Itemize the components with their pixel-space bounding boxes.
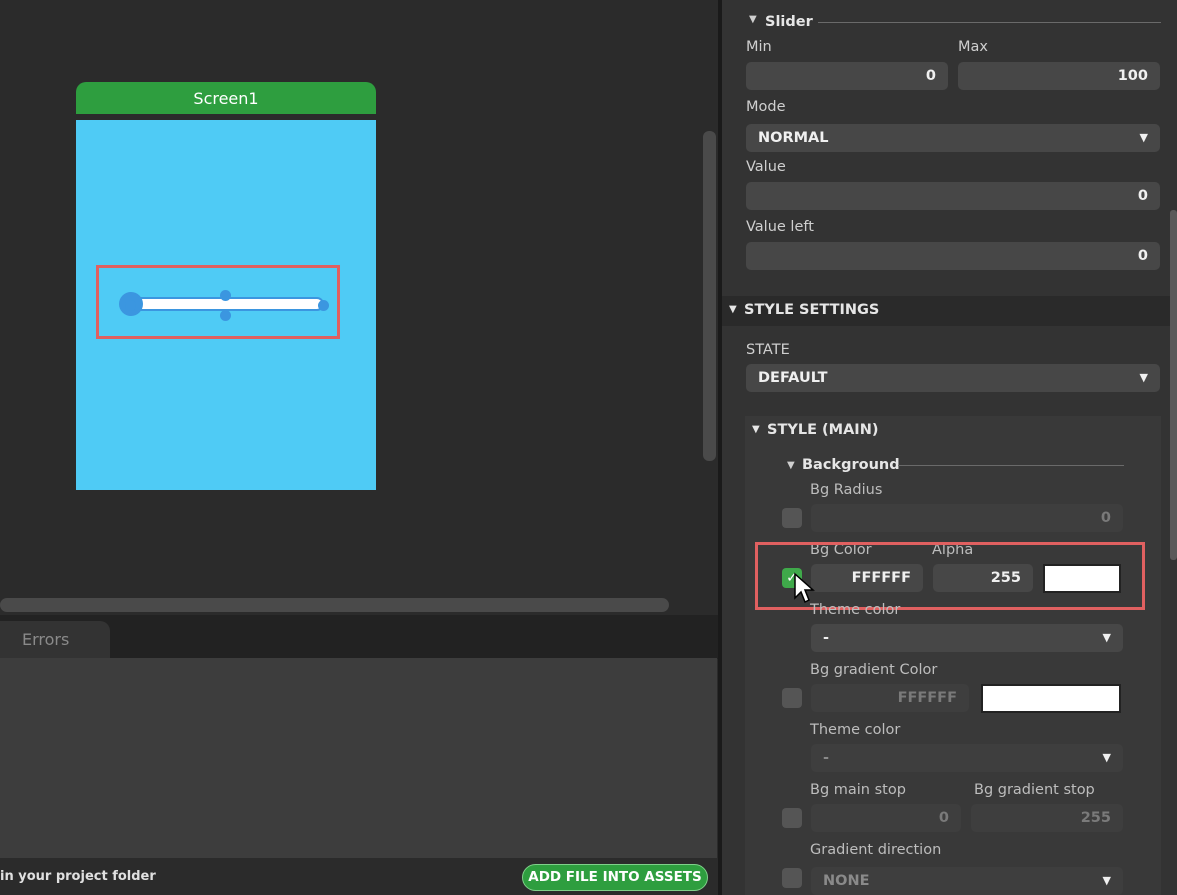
value-left-label: Value left [746, 219, 814, 235]
bg-radius-input[interactable]: 0 [811, 504, 1123, 532]
state-select[interactable]: DEFAULT ▼ [746, 364, 1160, 392]
bg-main-stop-label: Bg main stop [810, 782, 906, 798]
collapse-triangle-icon[interactable]: ▼ [752, 424, 760, 435]
collapse-triangle-icon[interactable]: ▼ [749, 14, 757, 25]
errors-panel [0, 658, 717, 858]
theme-color-2-value: - [823, 750, 830, 766]
bg-gradient-color-input[interactable]: FFFFFF [811, 684, 969, 712]
theme-color-2-select[interactable]: - ▼ [811, 744, 1123, 772]
theme-color-select[interactable]: - ▼ [811, 624, 1123, 652]
theme-color-value: - [823, 630, 830, 646]
style-settings-title[interactable]: STYLE SETTINGS [744, 302, 879, 318]
bg-gradient-color-swatch[interactable] [981, 684, 1121, 713]
tab-errors[interactable]: Errors [0, 621, 110, 658]
bg-main-stop-input[interactable]: 0 [811, 804, 961, 832]
slider-section-title[interactable]: Slider [765, 14, 813, 30]
screen-tab[interactable]: Screen1 [76, 82, 376, 114]
min-input[interactable]: 0 [746, 62, 948, 90]
collapse-triangle-icon[interactable]: ▼ [787, 460, 795, 471]
footer-text: in your project folder [0, 869, 156, 884]
bg-stop-checkbox[interactable] [782, 808, 802, 828]
value-input[interactable]: 0 [746, 182, 1160, 210]
bg-radius-checkbox[interactable] [782, 508, 802, 528]
gradient-direction-label: Gradient direction [810, 842, 942, 858]
max-input[interactable]: 100 [958, 62, 1160, 90]
bg-gradient-stop-label: Bg gradient stop [974, 782, 1095, 798]
mode-select[interactable]: NORMAL ▼ [746, 124, 1160, 152]
bg-gradient-checkbox[interactable] [782, 688, 802, 708]
bg-gradient-color-label: Bg gradient Color [810, 662, 938, 678]
background-title[interactable]: Background [802, 457, 900, 473]
mouse-cursor-icon [794, 572, 815, 604]
theme-color-2-label: Theme color [810, 722, 901, 738]
dropdown-arrow-icon: ▼ [1102, 874, 1111, 887]
mode-value: NORMAL [758, 130, 829, 146]
bg-radius-label: Bg Radius [810, 482, 883, 498]
gradient-direction-checkbox[interactable] [782, 868, 802, 888]
dropdown-arrow-icon: ▼ [1139, 131, 1148, 144]
canvas-vertical-scrollbar[interactable] [703, 131, 716, 461]
section-divider [898, 465, 1124, 466]
max-label: Max [958, 39, 988, 55]
add-file-into-assets-button[interactable]: ADD FILE INTO ASSETS [522, 864, 708, 891]
dropdown-arrow-icon: ▼ [1102, 631, 1111, 644]
collapse-triangle-icon[interactable]: ▼ [729, 304, 737, 315]
section-divider [818, 22, 1161, 23]
dropdown-arrow-icon: ▼ [1102, 751, 1111, 764]
state-value: DEFAULT [758, 370, 828, 386]
dropdown-arrow-icon: ▼ [1139, 371, 1148, 384]
gradient-direction-value: NONE [823, 873, 870, 889]
bg-gradient-stop-input[interactable]: 255 [971, 804, 1123, 832]
state-label: STATE [746, 342, 790, 358]
gradient-direction-select[interactable]: NONE ▼ [811, 867, 1123, 895]
canvas-horizontal-scrollbar[interactable] [0, 598, 669, 612]
mode-label: Mode [746, 99, 786, 115]
value-left-input[interactable]: 0 [746, 242, 1160, 270]
properties-scrollbar[interactable] [1170, 210, 1177, 560]
selection-highlight [96, 265, 340, 339]
value-label: Value [746, 159, 786, 175]
style-main-title[interactable]: STYLE (MAIN) [767, 422, 878, 438]
min-label: Min [746, 39, 772, 55]
theme-color-label: Theme color [810, 602, 901, 618]
